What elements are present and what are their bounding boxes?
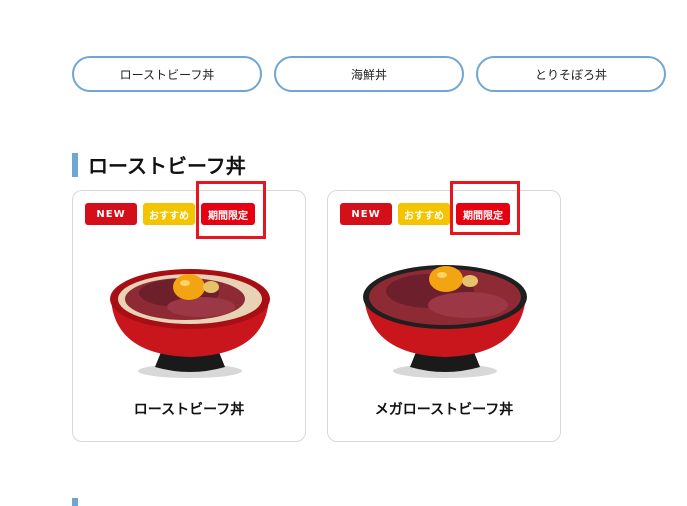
badge-new: NEW: [340, 203, 392, 225]
next-section-accent-bar: [72, 498, 78, 506]
badge-recommend: おすすめ: [143, 203, 195, 225]
limited-badge-highlight: [196, 181, 266, 239]
tab-kaisen-don[interactable]: 海鮮丼: [274, 56, 464, 92]
section-accent-bar: [72, 152, 78, 177]
tab-tori-soboro-don[interactable]: とりそぼろ丼: [476, 56, 666, 92]
badge-new: NEW: [85, 203, 137, 225]
mega-roast-beef-bowl-image: [363, 265, 527, 378]
badge-recommend: おすすめ: [398, 203, 450, 225]
product-name[interactable]: ローストビーフ丼: [73, 399, 305, 419]
product-card[interactable]: NEW おすすめ 期間限定 ローストビーフ丼: [72, 190, 306, 442]
limited-badge-highlight: [450, 181, 520, 235]
product-card[interactable]: NEW おすすめ 期間限定 メガローストビーフ丼: [327, 190, 561, 442]
tab-roast-beef-don[interactable]: ローストビーフ丼: [72, 56, 262, 92]
section-heading: ローストビーフ丼: [72, 150, 246, 179]
product-name[interactable]: メガローストビーフ丼: [328, 399, 560, 419]
section-title: ローストビーフ丼: [88, 154, 246, 178]
roast-beef-bowl-image: [110, 269, 270, 378]
